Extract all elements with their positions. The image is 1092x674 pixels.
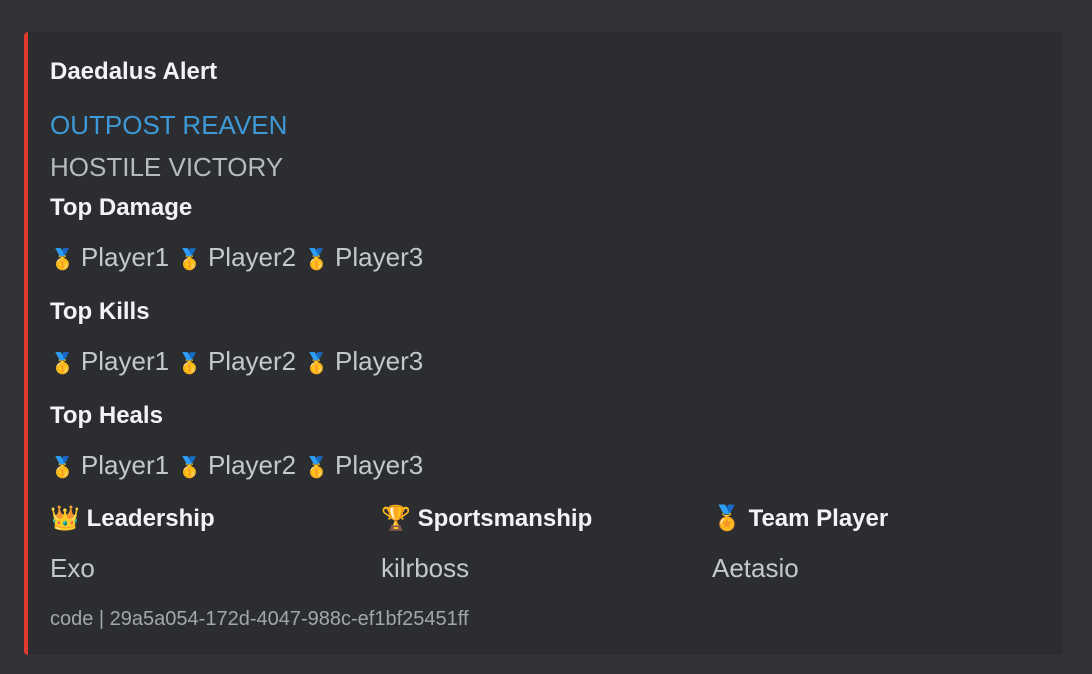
medal-icon: 🥇: [50, 353, 75, 375]
award-label: Leadership: [86, 505, 215, 532]
player-name: Player1: [80, 450, 170, 480]
player-name: Player2: [207, 346, 297, 376]
medal-icon: 🥇: [304, 249, 330, 271]
player-list: 🥇 Player1 🥇 Player2 🥇 Player3: [50, 450, 431, 481]
award-team-player: 🏅 Team Player Aetasio: [712, 504, 888, 584]
award-leadership: 👑 Leadership Exo: [50, 504, 215, 584]
section-heading: Top Kills: [50, 298, 150, 325]
medal-icon: 🥇: [177, 353, 202, 375]
award-value: kilrboss: [381, 553, 470, 583]
player-list: 🥇 Player1 🥇 Player2 🥇 Player3: [50, 346, 431, 377]
player-name: Player3: [335, 450, 424, 480]
medal-icon: 🥇: [304, 353, 330, 375]
sports-medal-icon: 🏅: [712, 505, 742, 532]
player-name: Player2: [207, 242, 297, 272]
award-value: Exo: [50, 553, 95, 583]
location-link[interactable]: OUTPOST REAVEN: [50, 110, 287, 141]
player-list: 🥇 Player1 🥇 Player2 🥇 Player3: [50, 242, 431, 273]
award-value: Aetasio: [712, 553, 799, 583]
match-result: HOSTILE VICTORY: [50, 152, 284, 182]
player-name: Player3: [335, 346, 424, 376]
medal-icon: 🥇: [50, 457, 75, 479]
award-label: Team Player: [748, 505, 889, 532]
embed-footer: code | 29a5a054-172d-4047-988c-ef1bf2545…: [50, 608, 469, 630]
medal-icon: 🥇: [50, 249, 75, 271]
alert-embed: Daedalus Alert OUTPOST REAVEN HOSTILE VI…: [24, 32, 1063, 655]
award-sportsmanship: 🏆 Sportsmanship kilrboss: [381, 504, 592, 584]
section-heading: Top Damage: [50, 194, 193, 221]
player-name: Player1: [80, 242, 170, 272]
player-name: Player3: [335, 242, 424, 272]
crown-icon: 👑: [50, 505, 80, 532]
trophy-icon: 🏆: [381, 505, 411, 532]
medal-icon: 🥇: [177, 249, 202, 271]
section-heading: Top Heals: [50, 402, 163, 429]
medal-icon: 🥇: [177, 457, 202, 479]
medal-icon: 🥇: [304, 457, 330, 479]
player-name: Player2: [207, 450, 297, 480]
embed-title: Daedalus Alert: [50, 58, 218, 85]
award-label: Sportsmanship: [417, 505, 593, 532]
player-name: Player1: [80, 346, 170, 376]
